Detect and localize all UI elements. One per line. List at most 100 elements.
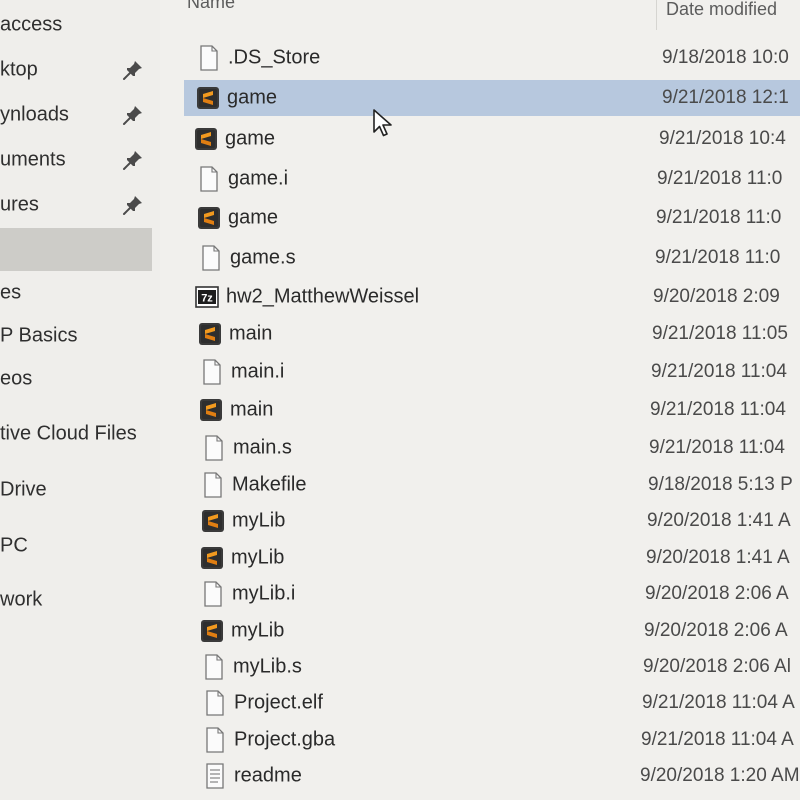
column-header-date-modified[interactable]: Date modified <box>666 0 777 25</box>
file-date-modified: 9/21/2018 11:0 <box>655 247 781 268</box>
file-row[interactable]: main.s 9/21/2018 11:04 <box>184 430 800 466</box>
mouse-cursor-icon <box>373 109 392 137</box>
column-divider[interactable] <box>656 0 657 30</box>
pin-icon[interactable] <box>122 149 144 171</box>
file-row[interactable]: readme 9/20/2018 1:20 AM <box>184 758 800 794</box>
sublime-icon <box>202 510 224 532</box>
pin-icon[interactable] <box>122 194 144 216</box>
file-date-modified: 9/21/2018 12:1 <box>662 87 789 108</box>
file-row[interactable]: game.i 9/21/2018 11:0 <box>184 161 800 197</box>
file-row[interactable]: myLib.s 9/20/2018 2:06 Al <box>184 649 800 685</box>
text-file-icon <box>206 763 224 789</box>
file-row[interactable]: Makefile 9/18/2018 5:13 P <box>184 467 800 503</box>
file-date-modified: 9/21/2018 11:05 <box>652 323 788 344</box>
sidebar-item-2[interactable]: ynloads <box>0 95 152 135</box>
file-date-modified: 9/21/2018 11:0 <box>656 207 782 228</box>
file-name: myLib.i <box>232 582 296 605</box>
file-icon <box>204 581 222 607</box>
file-date-modified: 9/21/2018 11:04 A <box>642 692 795 713</box>
file-date-modified: 9/21/2018 11:04 <box>651 361 787 382</box>
file-name: game <box>225 127 276 150</box>
file-date-modified: 9/18/2018 5:13 P <box>648 474 793 495</box>
file-date-modified: 9/20/2018 1:20 AM <box>640 765 800 786</box>
sublime-icon <box>201 620 223 642</box>
file-name: main <box>230 398 274 421</box>
file-row[interactable]: game 9/21/2018 10:4 <box>184 121 800 157</box>
file-name: .DS_Store <box>228 46 321 69</box>
file-row[interactable]: game.s 9/21/2018 11:0 <box>184 240 800 276</box>
sidebar-item-1[interactable]: ktop <box>0 50 152 90</box>
sidebar-item-label: tive Cloud Files <box>0 422 137 445</box>
file-name: myLib <box>232 509 286 532</box>
sidebar-item-label: PC <box>0 534 28 557</box>
sidebar-item-8[interactable]: eos <box>0 359 152 399</box>
file-name: myLib <box>231 546 285 569</box>
sidebar-item-5[interactable] <box>0 228 152 271</box>
file-icon <box>206 727 224 753</box>
sublime-icon <box>198 207 220 229</box>
file-row[interactable]: myLib.i 9/20/2018 2:06 A <box>184 576 800 612</box>
sidebar-item-label: es <box>0 281 22 304</box>
pin-icon[interactable] <box>122 59 144 81</box>
file-date-modified: 9/20/2018 1:41 A <box>646 547 790 568</box>
file-date-modified: 9/21/2018 11:04 A <box>641 729 794 750</box>
file-row[interactable]: game 9/21/2018 12:1 <box>184 80 800 116</box>
file-icon <box>200 45 218 71</box>
file-date-modified: 9/20/2018 1:41 A <box>647 510 791 531</box>
file-name: game <box>228 206 279 229</box>
file-date-modified: 9/21/2018 10:4 <box>659 128 786 149</box>
svg-text:7z: 7z <box>201 293 213 305</box>
file-date-modified: 9/18/2018 10:0 <box>662 47 789 68</box>
file-row[interactable]: main 9/21/2018 11:05 <box>184 316 800 352</box>
sublime-icon <box>199 323 221 345</box>
column-header-name[interactable]: Name <box>187 0 235 18</box>
file-row[interactable]: game 9/21/2018 11:0 <box>184 200 800 236</box>
file-row[interactable]: myLib 9/20/2018 1:41 A <box>184 540 800 576</box>
file-row[interactable]: main.i 9/21/2018 11:04 <box>184 354 800 390</box>
file-row[interactable]: Project.elf 9/21/2018 11:04 A <box>184 685 800 721</box>
file-name: readme <box>234 764 302 787</box>
file-row[interactable]: myLib 9/20/2018 2:06 A <box>184 613 800 649</box>
7zip-icon: 7z <box>195 286 219 308</box>
file-row[interactable]: .DS_Store 9/18/2018 10:0 <box>184 40 800 76</box>
file-row[interactable]: myLib 9/20/2018 1:41 A <box>184 503 800 539</box>
sidebar-item-label: eos <box>0 367 33 390</box>
sidebar-item-label: P Basics <box>0 324 78 347</box>
sidebar-item-label: uments <box>0 148 66 171</box>
sidebar-item-label: Drive <box>0 478 47 501</box>
file-date-modified: 9/21/2018 11:04 <box>650 399 786 420</box>
sidebar-item-label: ynloads <box>0 103 69 126</box>
file-row[interactable]: main 9/21/2018 11:04 <box>184 392 800 428</box>
file-name: main.i <box>231 360 285 383</box>
sublime-icon <box>200 399 222 421</box>
sidebar-item-label: work <box>0 588 43 611</box>
file-row[interactable]: Project.gba 9/21/2018 11:04 A <box>184 722 800 758</box>
sidebar-item-label: access <box>0 13 63 36</box>
file-name: Project.elf <box>234 691 323 714</box>
file-icon <box>205 654 223 680</box>
file-date-modified: 9/21/2018 11:04 <box>649 437 785 458</box>
file-row[interactable]: 7z hw2_MatthewWeissel 9/20/2018 2:09 <box>184 279 800 315</box>
file-name: myLib.s <box>233 655 302 678</box>
navigation-pane: access ktop ynloads uments ures es P Basics eos… <box>0 0 160 800</box>
file-name: Makefile <box>232 473 307 496</box>
pin-icon[interactable] <box>122 104 144 126</box>
file-date-modified: 9/20/2018 2:06 A <box>644 620 788 641</box>
sidebar-item-4[interactable]: ures <box>0 185 152 225</box>
sidebar-item-12[interactable]: work <box>0 580 152 620</box>
sidebar-item-3[interactable]: uments <box>0 140 152 180</box>
sublime-icon <box>201 547 223 569</box>
sidebar-item-10[interactable]: Drive <box>0 470 152 510</box>
file-date-modified: 9/20/2018 2:06 A <box>645 583 789 604</box>
sidebar-item-7[interactable]: P Basics <box>0 316 152 356</box>
sidebar-item-6[interactable]: es <box>0 273 152 313</box>
file-name: hw2_MatthewWeissel <box>226 285 420 308</box>
file-name: game.s <box>230 246 296 269</box>
sidebar-item-11[interactable]: PC <box>0 526 152 566</box>
sidebar-item-0[interactable]: access <box>0 5 152 45</box>
file-date-modified: 9/21/2018 11:0 <box>657 168 783 189</box>
file-icon <box>200 166 218 192</box>
sublime-icon <box>195 128 217 150</box>
file-icon <box>203 359 221 385</box>
sidebar-item-9[interactable]: tive Cloud Files <box>0 414 152 454</box>
